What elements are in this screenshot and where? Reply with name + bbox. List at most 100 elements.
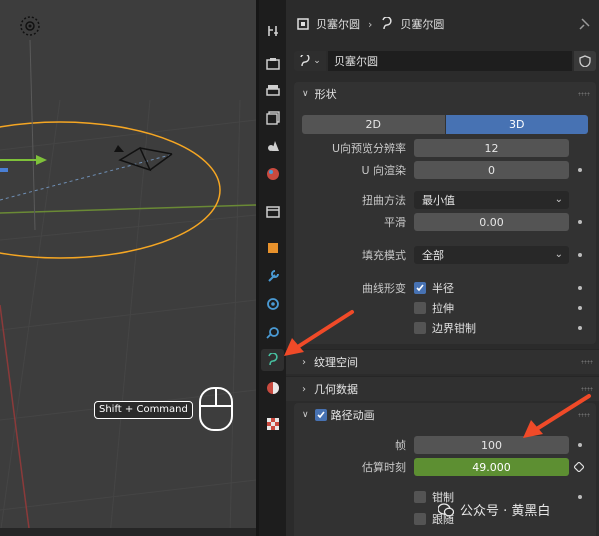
drag-grip-icon[interactable] (581, 387, 593, 391)
properties-panel: 贝塞尔圆 › 贝塞尔圆 ⌄ 贝塞尔圆 ∨ 形状 2D 3D U向预览分辨率 12… (286, 0, 599, 536)
object-icon (297, 18, 309, 30)
stretch-row: 拉伸 (286, 299, 599, 319)
world-icon[interactable] (261, 163, 284, 185)
checkbox-unchecked-icon (414, 491, 426, 503)
radius-label: 半径 (432, 282, 454, 295)
breadcrumb-data: 贝塞尔圆 (400, 18, 445, 31)
geometry-panel-header[interactable]: › 几何数据 (286, 376, 599, 401)
twist-row: 扭曲方法 最小值 ⌄ (286, 191, 599, 211)
path-animation-title: 路径动画 (330, 409, 375, 422)
deform-label: 曲线形变 (362, 282, 406, 295)
collection-icon[interactable] (261, 201, 284, 223)
fill-value: 全部 (422, 249, 444, 262)
checkbox-checked-icon (414, 282, 426, 294)
shape-panel-header[interactable]: ∨ 形状 (294, 82, 596, 106)
wechat-icon (438, 502, 454, 516)
stretch-checkbox[interactable]: 拉伸 (414, 299, 454, 317)
stretch-label: 拉伸 (432, 302, 454, 315)
particles-icon[interactable] (261, 293, 284, 315)
u-render-field[interactable]: 0 (414, 161, 569, 179)
keyframe-dot-icon[interactable] (578, 253, 582, 257)
keyframe-dot-icon[interactable] (578, 306, 582, 310)
curve-icon (382, 17, 393, 30)
watermark: 公众号 · 黄黑白 (438, 500, 550, 519)
clamp-bounds-row: 边界钳制 (286, 319, 599, 339)
scene-icon[interactable] (261, 135, 284, 157)
chevron-down-icon: ∨ (302, 410, 309, 420)
tool-icon[interactable] (261, 20, 284, 42)
keyframe-dot-icon[interactable] (578, 286, 582, 290)
breadcrumb-object: 贝塞尔圆 (316, 18, 360, 31)
object-icon[interactable] (261, 237, 284, 259)
chevron-down-icon: ⌄ (313, 56, 321, 66)
curve-icon (300, 55, 310, 67)
light-icon[interactable] (17, 13, 43, 39)
mode-3d-button[interactable]: 3D (445, 115, 588, 134)
fill-label: 填充模式 (362, 249, 406, 262)
output-icon[interactable] (261, 80, 284, 102)
keyframe-dot-icon[interactable] (578, 168, 582, 172)
view-layer-icon[interactable] (261, 107, 284, 129)
keyframe-diamond-icon[interactable] (574, 462, 584, 472)
texture-icon[interactable] (261, 413, 284, 435)
watermark-text: 公众号 · 黄黑白 (460, 504, 551, 519)
twist-dropdown[interactable]: 最小值 ⌄ (414, 191, 569, 209)
breadcrumb: 贝塞尔圆 › 贝塞尔圆 (286, 10, 599, 38)
drag-grip-icon[interactable] (578, 92, 590, 96)
u-preview-label: U向预览分辨率 (331, 142, 406, 155)
eval-time-field[interactable]: 49.000 (414, 458, 569, 476)
chevron-down-icon: ⌄ (554, 249, 563, 260)
breadcrumb-separator: › (368, 17, 373, 31)
x-axis-marker (0, 168, 8, 172)
path-animation-header[interactable]: ∨ 路径动画 (294, 403, 596, 427)
keyframe-dot-icon[interactable] (578, 326, 582, 330)
mode-2d-button[interactable]: 2D (302, 115, 445, 134)
eval-time-row: 估算时刻 49.000 (286, 458, 599, 478)
chevron-right-icon: › (302, 383, 306, 395)
viewport-footer (0, 528, 256, 536)
pin-icon[interactable] (577, 17, 591, 31)
smooth-field[interactable]: 0.00 (414, 213, 569, 231)
camera-icon[interactable] (110, 140, 180, 180)
drag-grip-icon[interactable] (578, 413, 590, 417)
smooth-label: 平滑 (384, 216, 406, 229)
twist-value: 最小值 (422, 194, 455, 207)
datablock-browse-button[interactable]: ⌄ (294, 51, 326, 71)
deform-radius-row: 曲线形变 半径 (286, 279, 599, 299)
keyframe-dot-icon[interactable] (578, 443, 582, 447)
keyframe-dot-icon[interactable] (578, 495, 582, 499)
properties-tab-bar (259, 0, 286, 536)
radius-checkbox[interactable]: 半径 (414, 279, 454, 297)
dimension-toggle: 2D 3D (302, 115, 588, 134)
checkbox-unchecked-icon (414, 513, 426, 525)
fill-row: 填充模式 全部 ⌄ (286, 246, 599, 266)
smooth-row: 平滑 0.00 (286, 213, 599, 233)
physics-icon[interactable] (261, 321, 284, 343)
drag-grip-icon[interactable] (581, 360, 593, 364)
datablock-name-field[interactable]: 贝塞尔圆 (328, 51, 572, 71)
path-animation-checkbox[interactable] (314, 409, 327, 421)
u-preview-field[interactable]: 12 (414, 139, 569, 157)
geometry-title: 几何数据 (314, 383, 358, 396)
texture-space-panel-header[interactable]: › 纹理空间 (286, 349, 599, 374)
clamp-bounds-checkbox[interactable]: 边界钳制 (414, 319, 476, 337)
fill-dropdown[interactable]: 全部 ⌄ (414, 246, 569, 264)
mouse-icon (199, 387, 233, 431)
u-render-row: U 向渲染 0 (286, 161, 599, 181)
chevron-down-icon: ∨ (302, 89, 309, 99)
chevron-down-icon: ⌄ (554, 194, 563, 205)
render-icon[interactable] (261, 53, 284, 75)
curve-data-icon[interactable] (261, 349, 284, 371)
checkbox-unchecked-icon (414, 302, 426, 314)
datablock-selector: ⌄ 贝塞尔圆 (294, 50, 596, 72)
checkbox-unchecked-icon (414, 322, 426, 334)
material-icon[interactable] (261, 377, 284, 399)
shield-icon[interactable] (574, 51, 596, 71)
shortcut-label: Shift + Command (94, 401, 193, 419)
frames-field[interactable]: 100 (414, 436, 569, 454)
keyframe-dot-icon[interactable] (578, 220, 582, 224)
modifier-icon[interactable] (261, 265, 284, 287)
3d-viewport[interactable]: Shift + Command (0, 0, 256, 536)
chevron-right-icon: › (302, 356, 306, 368)
clamp-bounds-label: 边界钳制 (432, 322, 476, 335)
